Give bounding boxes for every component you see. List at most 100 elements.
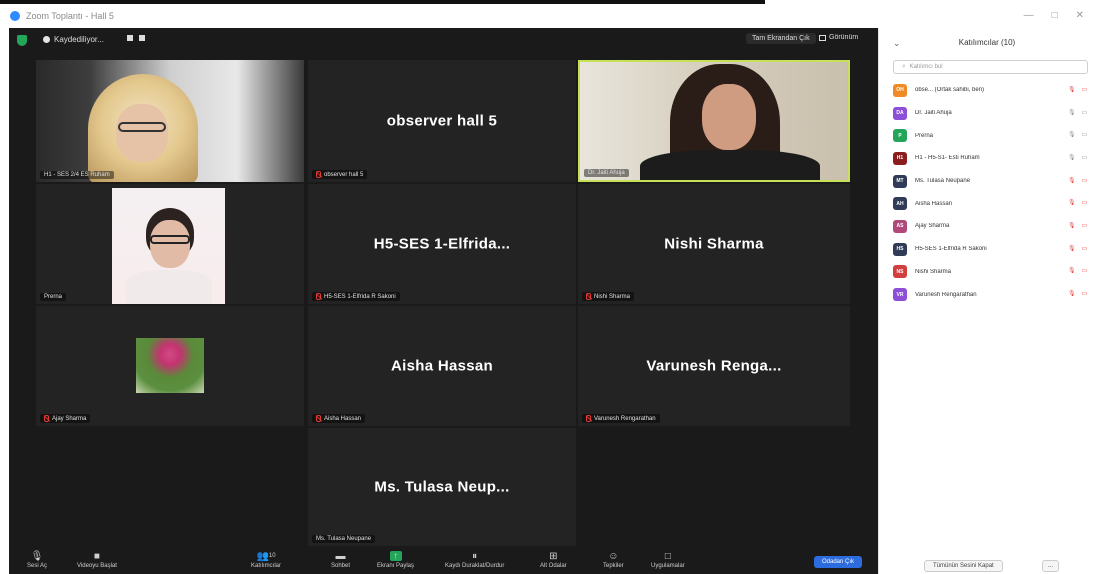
participant-status: 🎙 ▭ [1068, 291, 1088, 298]
breakout-rooms-icon: ⊞ [549, 550, 558, 562]
camera-off-icon[interactable]: ▭ [1081, 87, 1088, 94]
more-options-button[interactable]: ... [1042, 560, 1060, 572]
avatar: NS [893, 265, 907, 279]
video-tile[interactable]: Varunesh Renga... Varunesh Rengarathan [578, 306, 850, 426]
pause-stop-record-icon: ⏸ [472, 550, 478, 562]
mic-muted-icon[interactable]: 🎙 [1068, 246, 1076, 253]
mic-on-icon[interactable]: 🎙 [1068, 110, 1076, 117]
tile-nameplate: Dr. Jaiti Ahuja [584, 169, 629, 177]
recording-indicator: Kaydediliyor... [43, 35, 104, 44]
recording-controls [127, 35, 145, 41]
camera-on-icon[interactable]: ▭ [1081, 155, 1088, 162]
participant-status: 🎙 ▭ [1068, 110, 1088, 117]
panel-title: Katılımcılar (10) [958, 38, 1016, 47]
avatar: OH [893, 83, 907, 97]
exit-fullscreen-button[interactable]: Tam Ekrandan Çık [746, 33, 816, 44]
window-title: Zoom Toplantı - Hall 5 [26, 11, 114, 21]
share-screen-button[interactable]: ↑ Ekranı Paylaş [377, 551, 414, 570]
tile-nameplate: Nishi Sharma [582, 292, 635, 301]
participant-status: 🎙 ▭ [1068, 178, 1088, 185]
meeting-stage: Kaydediliyor... Tam Ekrandan Çık Görünüm… [9, 28, 878, 574]
participant-row[interactable]: AS Ajay Sharma 🎙 ▭ [893, 215, 1088, 238]
camera-off-icon[interactable]: ▭ [1081, 223, 1088, 230]
zoom-logo-icon [10, 11, 20, 21]
leave-button[interactable]: Odadan Çık [814, 556, 863, 568]
video-tile[interactable]: Nishi Sharma Nishi Sharma [578, 184, 850, 304]
breakout-rooms-button[interactable]: ⊞ Alt Odalar [540, 550, 567, 570]
avatar: HS [893, 242, 907, 256]
tile-nameplate: H5-SES 1-Elfrida R Sakoni [312, 292, 400, 301]
mic-muted-icon[interactable]: 🎙 [1068, 178, 1076, 185]
participant-name: H5-SES 1-Elfrida R Sakoni [915, 246, 987, 253]
participant-video [112, 188, 225, 304]
avatar: AH [893, 197, 907, 211]
participant-name: Aisha Hassan [915, 200, 953, 207]
participant-status: 🎙 ▭ [1068, 223, 1088, 230]
camera-off-icon[interactable]: ▭ [1081, 291, 1088, 298]
participant-row[interactable]: OH obse... (Ortak sahibi, ben) 🎙 ▭ [893, 79, 1088, 102]
meeting-toolbar: 🎙 Sesi Aç ■ Videoyu Başlat 👥 10 Katılımcı… [9, 548, 878, 574]
participant-row[interactable]: NS Nishi Sharma 🎙 ▭ [893, 261, 1088, 284]
tile-display-name: Nishi Sharma [664, 235, 764, 253]
participant-name: obse... (Ortak sahibi, ben) [915, 87, 985, 94]
stop-record-icon[interactable] [139, 35, 145, 41]
security-shield-icon[interactable] [17, 35, 27, 46]
video-tile[interactable]: observer hall 5 observer hall 5 [308, 60, 576, 182]
participant-row[interactable]: AH Aisha Hassan 🎙 ▭ [893, 192, 1088, 215]
participant-name: Nishi Sharma [915, 268, 952, 275]
video-tile[interactable]: Ms. Tulasa Neup... Ms. Tulasa Neupane [308, 428, 576, 546]
grid-view-icon [819, 34, 826, 41]
video-tile[interactable]: H5-SES 1-Elfrida... H5-SES 1-Elfrida R S… [308, 184, 576, 304]
participants-panel: ⌄ Katılımcılar (10) ⌕ Katılımcı bul OH ob… [878, 28, 1094, 574]
tile-display-name: Aisha Hassan [391, 357, 493, 375]
video-tile[interactable]: H1 - SES 2/4 ES Ruham [36, 60, 304, 182]
participant-row[interactable]: H1 H1 - H5-S1- Esti Ruham 🎙 ▭ [893, 147, 1088, 170]
maximize-button[interactable]: □ [1052, 10, 1058, 21]
unmute-button[interactable]: 🎙 Sesi Aç [27, 551, 47, 570]
mic-muted-icon[interactable]: 🎙 [1068, 268, 1076, 275]
reactions-button[interactable]: ☺ Tepkiler [603, 550, 624, 570]
participant-search-input[interactable]: ⌕ Katılımcı bul [893, 60, 1088, 74]
participant-row[interactable]: DA Dr. Jaiti Ahuja 🎙 ▭ [893, 102, 1088, 125]
participant-row[interactable]: HS H5-SES 1-Elfrida R Sakoni 🎙 ▭ [893, 238, 1088, 261]
meeting-topbar: Kaydediliyor... Tam Ekrandan Çık Görünüm [9, 28, 878, 52]
video-tile[interactable]: Prerna [36, 184, 304, 304]
mic-muted-icon[interactable]: 🎙 [1068, 87, 1076, 94]
mic-muted-icon[interactable]: 🎙 [1068, 223, 1076, 230]
mic-muted-icon[interactable]: 🎙 [1068, 291, 1076, 298]
mic-muted-icon[interactable]: 🎙 [1068, 200, 1076, 207]
participants-icon: 👥 10 [256, 550, 276, 562]
camera-off-icon[interactable]: ▭ [1081, 268, 1088, 275]
camera-on-icon[interactable]: ▭ [1081, 110, 1088, 117]
participant-row[interactable]: P Prerna 🎙 ▭ [893, 124, 1088, 147]
pause-record-icon[interactable] [127, 35, 133, 41]
participants-button[interactable]: 👥 10 Katılımcılar [251, 550, 281, 570]
mic-on-icon[interactable]: 🎙 [1068, 155, 1076, 162]
active-speaker-tile[interactable]: Dr. Jaiti Ahuja [578, 60, 850, 182]
participant-name: Ms. Tulasa Neupane [915, 178, 971, 185]
close-button[interactable]: ✕ [1076, 10, 1084, 21]
participant-name: Dr. Jaiti Ahuja [915, 110, 952, 117]
camera-off-icon[interactable]: ▭ [1081, 246, 1088, 253]
camera-on-icon[interactable]: ▭ [1081, 132, 1088, 139]
reactions-icon: ☺ [608, 550, 619, 562]
avatar: MT [893, 174, 907, 188]
mic-on-icon[interactable]: 🎙 [1068, 132, 1076, 139]
window-titlebar: Zoom Toplantı - Hall 5 — □ ✕ [0, 6, 1094, 26]
video-tile[interactable]: Aisha Hassan Aisha Hassan [308, 306, 576, 426]
video-tile[interactable]: Ajay Sharma [36, 306, 304, 426]
panel-footer: Tümünün Sesini Kapat ... [879, 560, 1094, 572]
start-video-button[interactable]: ■ Videoyu Başlat [77, 551, 117, 570]
view-button[interactable]: Görünüm [819, 34, 858, 41]
chat-button[interactable]: ▬ Sohbet [331, 551, 350, 570]
minimize-button[interactable]: — [1024, 10, 1034, 21]
avatar: P [893, 129, 907, 143]
camera-off-icon[interactable]: ▭ [1081, 200, 1088, 207]
record-button[interactable]: ⏸ Kaydı Duraklat/Durdur [445, 550, 504, 570]
mute-all-button[interactable]: Tümünün Sesini Kapat [924, 560, 1003, 572]
top-border-line [0, 0, 765, 4]
participant-row[interactable]: VR Varunesh Rengarathan 🎙 ▭ [893, 283, 1088, 306]
participant-row[interactable]: MT Ms. Tulasa Neupane 🎙 ▭ [893, 170, 1088, 193]
apps-button[interactable]: □ Uygulamalar [651, 551, 685, 570]
camera-off-icon[interactable]: ▭ [1081, 178, 1088, 185]
